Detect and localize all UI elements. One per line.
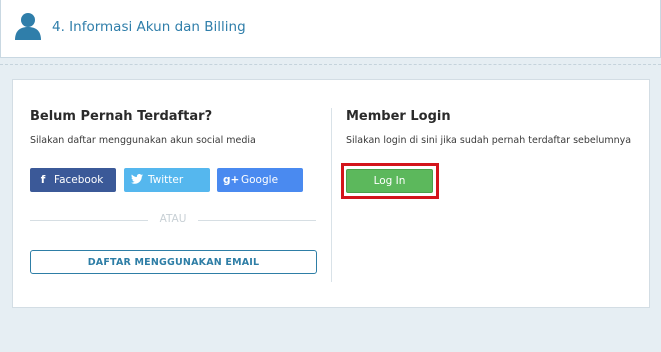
facebook-label: Facebook — [54, 174, 104, 186]
separator-line-right — [198, 220, 316, 221]
login-button[interactable]: Log In — [346, 169, 433, 193]
facebook-button[interactable]: f Facebook — [30, 168, 116, 192]
auth-card: Belum Pernah Terdaftar? Silakan daftar m… — [12, 79, 650, 308]
login-subtext: Silakan login di sini jika sudah pernah … — [346, 135, 632, 146]
register-heading: Belum Pernah Terdaftar? — [30, 109, 213, 124]
column-divider — [331, 108, 332, 282]
twitter-button[interactable]: Twitter — [124, 168, 210, 192]
user-icon — [15, 13, 41, 40]
twitter-label: Twitter — [148, 174, 184, 186]
google-button[interactable]: g+ Google — [217, 168, 303, 192]
divider — [0, 64, 661, 65]
section-header: 4. Informasi Akun dan Billing — [0, 0, 661, 58]
separator-text: ATAU — [159, 213, 187, 225]
facebook-icon: f — [40, 174, 46, 186]
google-label: Google — [241, 174, 279, 186]
twitter-icon — [130, 173, 144, 187]
login-heading: Member Login — [346, 109, 451, 124]
google-plus-icon: g+ — [223, 174, 240, 186]
register-subtext: Silakan daftar menggunakan akun social m… — [30, 135, 256, 146]
separator-line-left — [30, 220, 148, 221]
section-title: 4. Informasi Akun dan Billing — [52, 19, 246, 35]
register-email-button[interactable]: DAFTAR MENGGUNAKAN EMAIL — [30, 250, 317, 274]
